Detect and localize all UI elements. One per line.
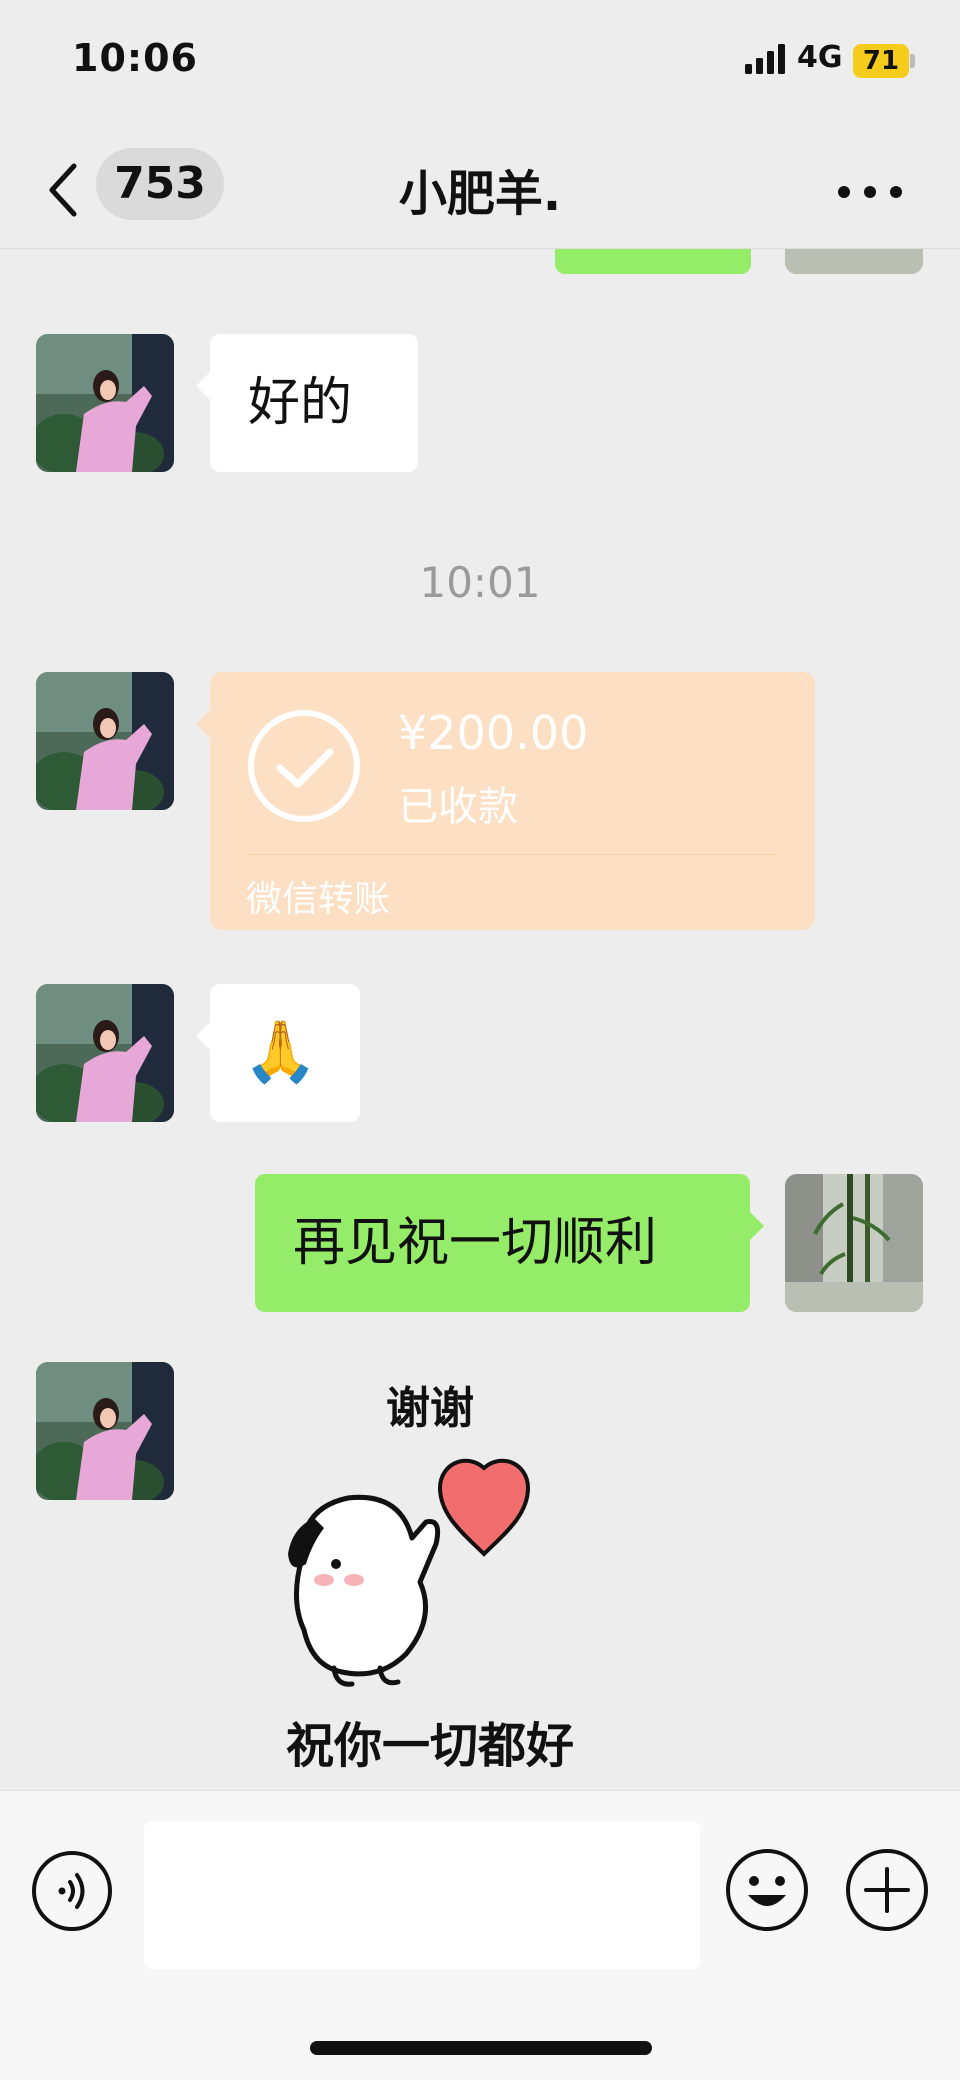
more-dot-icon [838, 186, 850, 198]
battery-level: 71 [853, 44, 909, 78]
self-message-bubble[interactable]: 再见祝一切顺利 [255, 1174, 764, 1312]
check-circle-icon [248, 710, 360, 822]
message-list[interactable]: 好的 10:01 ¥200.00 已收款 微信转账 🙏 再见祝一切顺利 谢谢 祝… [0, 248, 960, 1790]
message-bubble[interactable]: 好的 [196, 334, 418, 472]
sticker-caption-bottom: 祝你一切都好 [285, 1718, 574, 1774]
cellular-signal-icon [745, 44, 785, 74]
chat-title: 小肥羊. [398, 166, 562, 222]
status-bar: 10:06 4G 71 [0, 0, 960, 120]
network-type: 4G [797, 40, 843, 75]
status-clock: 10:06 [72, 36, 198, 80]
transfer-divider [246, 854, 779, 855]
message-bubble[interactable]: 🙏 [196, 984, 360, 1122]
more-dot-icon [864, 186, 876, 198]
battery-tip [910, 54, 915, 68]
transfer-card[interactable]: ¥200.00 已收款 微信转账 [196, 672, 815, 930]
unread-count-badge[interactable]: 753 [96, 148, 224, 220]
transfer-amount: ¥200.00 [398, 706, 589, 760]
previous-self-bubble [555, 248, 751, 274]
more-options-button[interactable] [830, 160, 910, 220]
voice-input-icon[interactable] [30, 1849, 114, 1933]
time-separator: 10:01 [419, 558, 541, 607]
emoji-icon[interactable] [724, 1847, 810, 1933]
contact-avatar[interactable] [36, 672, 174, 810]
sticker-image[interactable]: 谢谢 祝你一切都好 [230, 1368, 630, 1774]
transfer-status: 已收款 [398, 784, 518, 830]
home-indicator [310, 2041, 652, 2055]
message-text: 好的 [248, 373, 353, 433]
contact-avatar[interactable] [36, 984, 174, 1122]
self-avatar[interactable] [785, 1174, 923, 1312]
input-bar [0, 1790, 960, 2080]
message-text: 再见祝一切顺利 [293, 1213, 658, 1273]
self-avatar[interactable] [785, 248, 923, 274]
message-input[interactable] [144, 1821, 700, 1969]
more-dot-icon [890, 186, 902, 198]
contact-avatar[interactable] [36, 334, 174, 472]
emoji-glyph: 🙏 [243, 1017, 318, 1087]
transfer-footer: 微信转账 [246, 879, 391, 920]
back-chevron-icon[interactable] [44, 160, 84, 220]
contact-avatar[interactable] [36, 1362, 174, 1500]
chat-header: 753 小肥羊. [0, 130, 960, 249]
add-attachment-icon[interactable] [844, 1847, 930, 1933]
